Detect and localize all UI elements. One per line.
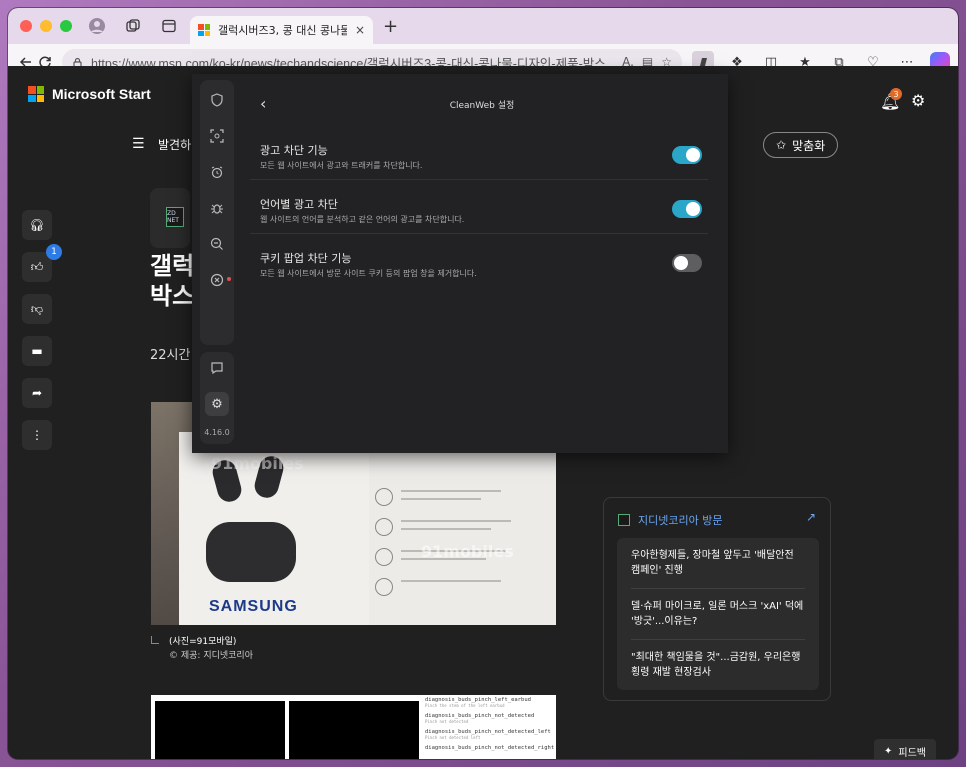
version-label: 4.16.0 (204, 428, 230, 437)
visit-source-card: 지디넷코리아 방문 ↗ 우아한형제들, 장마철 앞두고 '배달안전 캠페인' 진… (603, 497, 831, 701)
cleanweb-popup: ⚙ 4.16.0 ‹ CleanWeb 설정 광고 차단 기능 모든 웹 사이트… (192, 74, 728, 453)
ad-block-toggle[interactable] (672, 146, 702, 164)
article-actions: 🎧︎ 👍︎ 1 👎︎ ▬ ➦ ⋮ (22, 210, 62, 450)
photo-credit: © 제공: 지디넷코리아 (169, 651, 253, 661)
headline-line: 갤럭 (150, 253, 195, 280)
alarm-icon[interactable] (209, 164, 225, 180)
earbuds-case-image (206, 522, 296, 582)
photo-caption: (사진=91모바일) (151, 634, 236, 647)
visit-list: 우아한형제들, 장마철 앞두고 '배달안전 캠페인' 진행 델·슈퍼 마이크로,… (617, 538, 819, 690)
setting-description: 웹 사이트의 언어를 분석하고 같은 언어의 광고를 차단합니다. (260, 215, 465, 224)
more-button[interactable]: ⋮ (22, 420, 52, 450)
spec-panel (369, 452, 556, 625)
personalize-label: 맞춤화 (792, 138, 826, 153)
thumbs-up-icon: 👍︎ (30, 259, 44, 274)
list-item[interactable]: "최대한 책임물을 것"...금감원, 우리은행 횡령 재발 현장검사 (631, 640, 805, 690)
setting-description: 모든 웹 사이트에서 광고와 트래커를 차단합니다. (260, 161, 423, 170)
tab-title: 갤럭시버즈3, 콩 대신 콩나물 디자인 (218, 24, 347, 37)
setting-ad-block: 광고 차단 기능 모든 웹 사이트에서 광고와 트래커를 차단합니다. (250, 126, 708, 180)
microsoft-logo-icon (28, 86, 44, 102)
back-chevron-icon[interactable]: ‹ (260, 94, 266, 113)
block-cookie-icon[interactable] (209, 272, 225, 288)
popup-title: CleanWeb 설정 (449, 101, 515, 111)
like-count-badge: 1 (46, 244, 62, 260)
new-tab-button[interactable]: + (383, 16, 398, 37)
gear-icon[interactable]: ⚙ (911, 91, 925, 110)
thumbs-down-icon: 👎︎ (30, 301, 44, 316)
personalize-button[interactable]: ✩ 맞춤화 (763, 132, 839, 158)
samsung-logo: SAMSUNG (209, 598, 298, 615)
bug-icon[interactable] (209, 200, 225, 216)
caption-text: (사진=91모바일) (169, 637, 237, 647)
diag-item: diagnosis_buds_pinch_not_detected_right (425, 745, 555, 751)
chat-icon[interactable] (209, 360, 225, 376)
headphones-icon: 🎧︎ (29, 218, 45, 232)
setting-description: 모든 웹 사이트에서 방문 사이트 쿠키 등의 팝업 창을 제거합니다. (260, 269, 477, 278)
feedback-icon: ✦ (884, 745, 893, 757)
source-logo: ZD NET (166, 207, 184, 227)
visit-title: 지디넷코리아 방문 (638, 514, 723, 527)
article-photo-2[interactable]: diagnosis_buds_pinch_left_earbud Pinch th… (151, 695, 556, 759)
cleanweb-sidebar-bottom: ⚙ 4.16.0 (200, 352, 234, 444)
watermark: 91mobiles (421, 542, 514, 561)
watermark: 91mobiles (211, 454, 304, 473)
close-window-button[interactable] (20, 20, 32, 32)
comment-icon: ▬ (31, 344, 43, 358)
sparkle-star-icon: ✩ (776, 138, 787, 152)
listen-button[interactable]: 🎧︎ (22, 210, 52, 240)
more-vertical-icon: ⋮ (31, 428, 43, 442)
alert-dot (227, 277, 231, 281)
cookie-popup-block-toggle[interactable] (672, 254, 702, 272)
brand-name: Microsoft Start (52, 86, 151, 102)
comment-button[interactable]: ▬ (22, 336, 52, 366)
gear-icon[interactable]: ⚙ (205, 392, 229, 416)
dislike-button[interactable]: 👎︎ (22, 294, 52, 324)
setting-title: 언어별 광고 차단 (260, 198, 338, 211)
list-item[interactable]: 델·슈퍼 마이크로, 일론 머스크 'xAI' 덕에 '방긋'...이유는? (631, 589, 805, 640)
article-time: 22시간 (150, 348, 191, 363)
zoom-out-icon[interactable] (209, 236, 225, 252)
setting-cookie-popup-block: 쿠키 팝업 차단 기능 모든 웹 사이트에서 방문 사이트 쿠키 등의 팝업 창… (250, 234, 708, 288)
source-logo-icon (618, 514, 630, 526)
language-ad-block-toggle[interactable] (672, 200, 702, 218)
setting-language-ad-block: 언어별 광고 차단 웹 사이트의 언어를 분석하고 같은 언어의 광고를 차단합… (250, 180, 708, 234)
feedback-label: 피드백 (898, 747, 926, 759)
visit-header[interactable]: 지디넷코리아 방문 (618, 512, 722, 528)
scan-face-icon[interactable] (209, 128, 225, 144)
diag-item: diagnosis_buds_pinch_not_detected_left Pi… (425, 729, 551, 740)
microsoft-start-logo[interactable]: Microsoft Start (28, 86, 151, 102)
hamburger-menu-icon[interactable]: ☰ (132, 136, 145, 152)
tab-active[interactable]: 갤럭시버즈3, 콩 대신 콩나물 디자인 × (190, 16, 373, 44)
browser-window: 갤럭시버즈3, 콩 대신 콩나물 디자인 × + https://www.msn… (8, 8, 958, 759)
headline-line: 박스 (150, 283, 195, 310)
caption-corner-icon (151, 636, 159, 644)
screenshot-panel (289, 701, 419, 759)
setting-title: 광고 차단 기능 (260, 144, 328, 157)
nav-discover[interactable]: 발견하 (158, 136, 191, 153)
minimize-window-button[interactable] (40, 20, 52, 32)
article-headline: 갤럭 박스 (150, 252, 194, 312)
setting-title: 쿠키 팝업 차단 기능 (260, 252, 352, 265)
shield-icon[interactable] (209, 92, 225, 108)
share-icon: ➦ (31, 386, 43, 400)
share-button[interactable]: ➦ (22, 378, 52, 408)
tab-close-icon[interactable]: × (355, 23, 365, 37)
notification-badge: 3 (890, 88, 902, 100)
list-item[interactable]: 우아한형제들, 장마철 앞두고 '배달안전 캠페인' 진행 (631, 538, 805, 589)
diag-item: diagnosis_buds_pinch_not_detected Pinch n… (425, 713, 535, 724)
msn-favicon-icon (198, 24, 210, 36)
workspaces-icon[interactable] (122, 15, 144, 37)
like-button[interactable]: 👍︎ 1 (22, 244, 62, 282)
diag-item: diagnosis_buds_pinch_left_earbud Pinch th… (425, 697, 531, 708)
cleanweb-sidebar (200, 80, 234, 345)
zoom-window-button[interactable] (60, 20, 72, 32)
tab-bar: 갤럭시버즈3, 콩 대신 콩나물 디자인 × + (8, 8, 958, 44)
window-controls (20, 20, 72, 32)
tab-actions-icon[interactable] (158, 15, 180, 37)
external-link-icon[interactable]: ↗ (806, 510, 816, 524)
screenshot-panel (155, 701, 285, 759)
feedback-button[interactable]: ✦ 피드백 (874, 739, 936, 759)
profile-avatar-icon[interactable] (86, 15, 108, 37)
